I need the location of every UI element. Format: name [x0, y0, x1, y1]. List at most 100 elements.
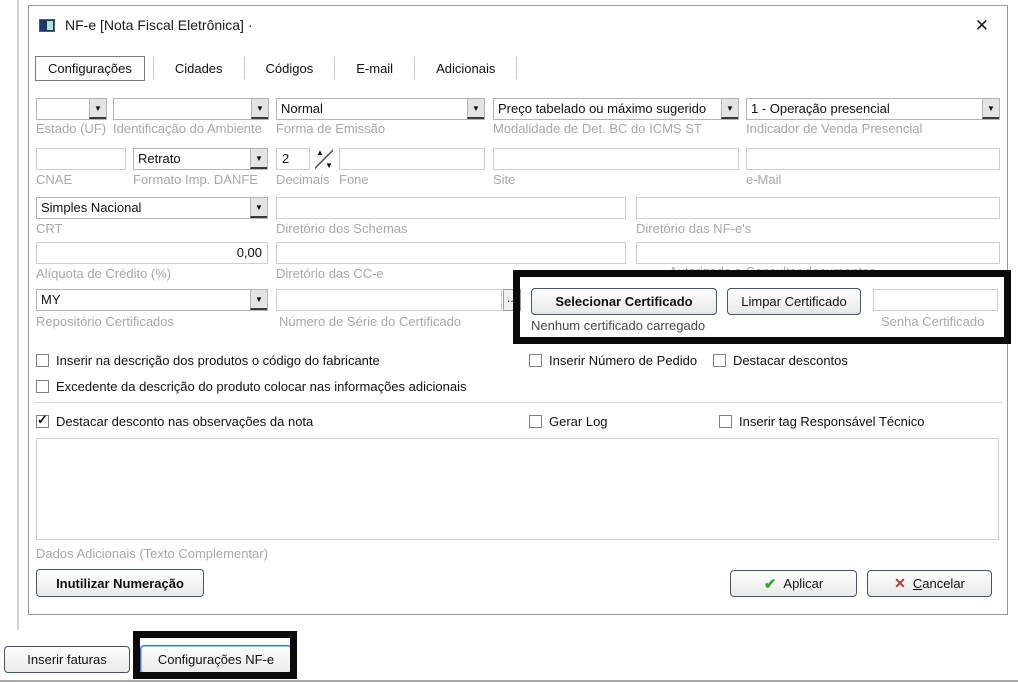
- repositorio-certificados-label: Repositório Certificados: [36, 314, 174, 329]
- section-divider: [34, 402, 1002, 403]
- estado-uf-value: [37, 99, 89, 119]
- identificacao-ambiente-select[interactable]: ▼: [113, 98, 269, 120]
- diretorio-schemas-field[interactable]: [276, 197, 626, 219]
- checkbox-excedente-descricao[interactable]: ✓ Excedente da descrição do produto colo…: [36, 379, 466, 394]
- checkbox-box[interactable]: ✓: [529, 354, 542, 367]
- close-icon[interactable]: ✕: [975, 16, 989, 36]
- cancelar-label: Cancelar: [913, 576, 965, 591]
- diretorio-nfe-label: Diretório das NF-e's: [636, 221, 751, 236]
- site-label: Site: [493, 172, 515, 187]
- tab-codigos[interactable]: Códigos: [253, 56, 327, 81]
- tab-divider: [244, 57, 245, 79]
- checkbox-box[interactable]: ✓: [36, 415, 49, 428]
- site-field[interactable]: [493, 148, 739, 170]
- spinner-down-icon[interactable]: ▼: [325, 161, 333, 170]
- senha-certificado-field[interactable]: [873, 289, 998, 311]
- chevron-down-icon[interactable]: ▼: [982, 99, 999, 119]
- chevron-down-icon[interactable]: ▼: [467, 99, 484, 119]
- repositorio-certificados-select[interactable]: MY ▼: [36, 289, 268, 311]
- tab-configuracoes[interactable]: Configurações: [35, 56, 145, 81]
- crt-label: CRT: [36, 221, 62, 236]
- cnae-field[interactable]: [36, 148, 126, 170]
- senha-certificado-label: Senha Certificado: [881, 314, 984, 329]
- chevron-down-icon[interactable]: ▼: [250, 149, 267, 169]
- limpar-certificado-button[interactable]: Limpar Certificado: [727, 288, 861, 315]
- repositorio-certificados-value: MY: [37, 290, 250, 310]
- checkbox-numero-pedido[interactable]: ✓ Inserir Número de Pedido: [529, 353, 697, 368]
- aliquota-credito-label: Alíquota de Crédito (%): [36, 266, 171, 281]
- cnae-label: CNAE: [36, 172, 72, 187]
- autorizado-consultar-label: Autorizado a Consultar documentos: [669, 264, 876, 279]
- identificacao-ambiente-value: [114, 99, 251, 119]
- nfe-app-icon: [39, 19, 55, 32]
- inserir-faturas-button[interactable]: Inserir faturas: [4, 646, 130, 673]
- chevron-down-icon[interactable]: ▼: [250, 290, 267, 310]
- checkbox-label: Destacar desconto nas observações da not…: [56, 414, 313, 429]
- dialog-titlebar: NF-e [Nota Fiscal Eletrônica] · ✕: [29, 6, 1007, 48]
- aplicar-button[interactable]: ✔ Aplicar: [730, 570, 857, 597]
- identificacao-ambiente-label: Identificação do Ambiente: [113, 121, 262, 136]
- modalidade-bc-icms-label: Modalidade de Det. BC do ICMS ST: [493, 121, 702, 136]
- checkbox-label: Inserir tag Responsável Técnico: [739, 414, 924, 429]
- decimais-label: Decimais: [276, 172, 329, 187]
- diretorio-cce-label: Diretório das CC-e: [276, 266, 384, 281]
- modalidade-bc-icms-value: Preço tabelado ou máximo sugerido: [494, 99, 721, 119]
- modalidade-bc-icms-select[interactable]: Preço tabelado ou máximo sugerido ▼: [493, 98, 739, 120]
- configuracoes-nfe-button[interactable]: Configurações NF-e: [140, 645, 292, 674]
- indicador-venda-value: 1 - Operação presencial: [747, 99, 982, 119]
- diretorio-nfe-field[interactable]: [636, 197, 1000, 219]
- checkbox-box[interactable]: ✓: [713, 354, 726, 367]
- chevron-down-icon[interactable]: ▼: [251, 99, 268, 119]
- cancelar-button[interactable]: ✕ Cancelar: [867, 570, 992, 597]
- decimais-field[interactable]: 2: [276, 148, 310, 170]
- fone-field[interactable]: [339, 148, 485, 170]
- crt-value: Simples Nacional: [37, 198, 250, 218]
- checkbox-label: Inserir Número de Pedido: [549, 353, 697, 368]
- forma-emissao-select[interactable]: Normal ▼: [276, 98, 485, 120]
- checkbox-gerar-log[interactable]: ✓ Gerar Log: [529, 414, 608, 429]
- spinner-up-icon[interactable]: ▲: [316, 148, 324, 157]
- checkbox-destacar-descontos[interactable]: ✓ Destacar descontos: [713, 353, 848, 368]
- inutilizar-numeracao-button[interactable]: Inutilizar Numeração: [36, 569, 204, 597]
- checkbox-box[interactable]: ✓: [529, 415, 542, 428]
- chevron-down-icon[interactable]: ▼: [250, 198, 267, 218]
- chevron-down-icon[interactable]: ▼: [89, 99, 106, 119]
- tab-cidades[interactable]: Cidades: [162, 56, 236, 81]
- numero-serie-certificado-label: Número de Série do Certificado: [279, 314, 461, 329]
- checkbox-box[interactable]: ✓: [719, 415, 732, 428]
- numero-serie-certificado-field[interactable]: [276, 289, 502, 311]
- diretorio-schemas-label: Diretório dos Schemas: [276, 221, 408, 236]
- tab-divider: [414, 57, 415, 79]
- forma-emissao-value: Normal: [277, 99, 467, 119]
- tab-adicionais[interactable]: Adicionais: [423, 56, 508, 81]
- indicador-venda-select[interactable]: 1 - Operação presencial ▼: [746, 98, 1000, 120]
- browse-ellipsis-button[interactable]: ...: [503, 289, 521, 311]
- aliquota-credito-field[interactable]: 0,00: [36, 242, 268, 264]
- check-icon: ✓: [37, 412, 48, 428]
- autorizado-consultar-field[interactable]: [636, 242, 1000, 264]
- dados-adicionais-textarea[interactable]: [36, 438, 999, 540]
- formato-danfe-select[interactable]: Retrato ▼: [133, 148, 268, 170]
- checkbox-destacar-desconto-observacoes[interactable]: ✓ Destacar desconto nas observações da n…: [36, 414, 313, 429]
- certificado-status-text: Nenhum certificado carregado: [531, 318, 705, 333]
- tab-divider: [516, 57, 517, 79]
- tab-email[interactable]: E-mail: [343, 56, 406, 81]
- forma-emissao-label: Forma de Emissão: [276, 121, 385, 136]
- estado-uf-label: Estado (UF): [36, 121, 106, 136]
- selecionar-certificado-button[interactable]: Selecionar Certificado: [531, 288, 717, 315]
- estado-uf-select[interactable]: ▼: [36, 98, 107, 120]
- checkbox-codigo-fabricante[interactable]: ✓ Inserir na descrição dos produtos o có…: [36, 353, 380, 368]
- diretorio-cce-field[interactable]: [276, 242, 626, 264]
- checkbox-responsavel-tecnico[interactable]: ✓ Inserir tag Responsável Técnico: [719, 414, 924, 429]
- checkbox-box[interactable]: ✓: [36, 380, 49, 393]
- checkbox-label: Gerar Log: [549, 414, 608, 429]
- configuracoes-nfe-label: Configurações NF-e: [158, 652, 274, 667]
- checkbox-box[interactable]: ✓: [36, 354, 49, 367]
- chevron-down-icon[interactable]: ▼: [721, 99, 738, 119]
- tab-divider: [334, 57, 335, 79]
- selecionar-certificado-label: Selecionar Certificado: [555, 294, 692, 309]
- email-field[interactable]: [746, 148, 1000, 170]
- decimais-spinner[interactable]: ▲ ▼: [315, 149, 333, 169]
- crt-select[interactable]: Simples Nacional ▼: [36, 197, 268, 219]
- fone-label: Fone: [339, 172, 369, 187]
